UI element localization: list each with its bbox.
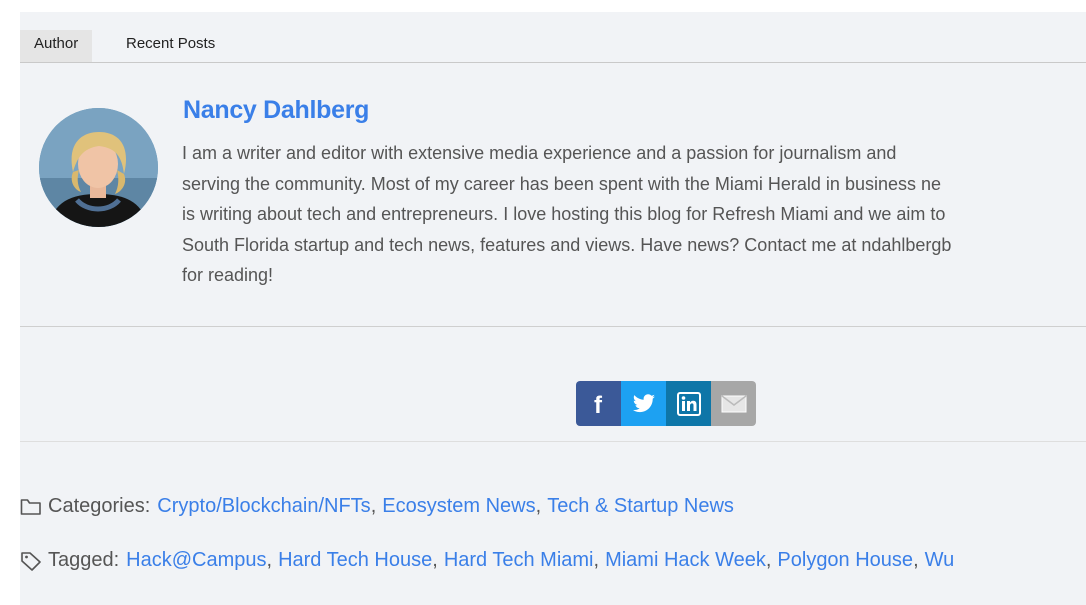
- bio-line: I am a writer and editor with extensive …: [182, 143, 897, 163]
- svg-text:f: f: [594, 392, 603, 416]
- share-buttons: f: [576, 381, 756, 426]
- category-link[interactable]: Ecosystem News: [382, 495, 535, 518]
- tag-link[interactable]: Hack@Campus: [126, 549, 266, 572]
- tag-link[interactable]: Wu: [925, 549, 955, 572]
- facebook-icon: f: [594, 392, 603, 416]
- tags-label: Tagged:: [48, 549, 120, 571]
- tag-link[interactable]: Hard Tech House: [278, 549, 432, 572]
- bio-line: for reading!: [182, 265, 274, 285]
- author-tabs: Author Recent Posts: [20, 30, 1086, 62]
- author-bio: I am a writer and editor with extensive …: [182, 138, 1086, 291]
- folder-icon: [20, 498, 41, 515]
- category-link[interactable]: Tech & Startup News: [547, 495, 734, 518]
- twitter-share-button[interactable]: [621, 381, 666, 426]
- linkedin-share-button[interactable]: [666, 381, 711, 426]
- tag-icon: [21, 551, 41, 571]
- tab-divider: [20, 62, 1086, 63]
- twitter-icon: [632, 393, 655, 412]
- facebook-share-button[interactable]: f: [576, 381, 621, 426]
- tag-link[interactable]: Hard Tech Miami: [444, 549, 594, 572]
- bio-line: serving the community. Most of my career…: [182, 173, 942, 194]
- section-divider: [20, 441, 1086, 442]
- category-link[interactable]: Crypto/Blockchain/NFTs: [157, 495, 370, 518]
- categories-label: Categories:: [48, 495, 151, 517]
- email-share-button[interactable]: [711, 381, 756, 426]
- section-divider: [20, 326, 1086, 327]
- tab-author[interactable]: Author: [20, 30, 93, 62]
- categories-row: Categories: Crypto/Blockchain/NFTs, Ecos…: [20, 495, 734, 518]
- tag-link[interactable]: Miami Hack Week: [605, 549, 766, 572]
- author-box: Author Recent Posts Nancy Dahlberg I am …: [20, 12, 1086, 605]
- tab-recent-posts[interactable]: Recent Posts: [112, 30, 229, 62]
- author-avatar[interactable]: [39, 108, 158, 227]
- bio-line: is writing about tech and entrepreneurs.…: [182, 204, 946, 224]
- bio-line: South Florida startup and tech news, fea…: [182, 234, 952, 255]
- linkedin-icon: [676, 391, 701, 416]
- tag-link[interactable]: Polygon House: [777, 549, 913, 572]
- tags-row: Tagged: Hack@Campus, Hard Tech House, Ha…: [20, 549, 954, 572]
- envelope-icon: [721, 394, 746, 412]
- author-name[interactable]: Nancy Dahlberg: [183, 96, 369, 125]
